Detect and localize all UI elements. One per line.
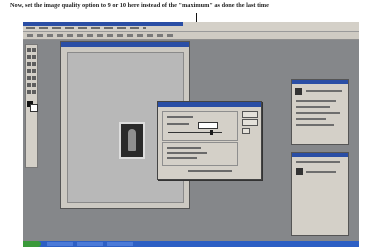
history-row-2[interactable] [296,100,336,102]
background-color-swatch[interactable] [30,104,38,112]
wand-tool-icon[interactable] [32,55,36,59]
quality-input[interactable] [198,122,218,129]
app-title-bar [23,22,183,26]
history-row-6[interactable] [296,124,334,126]
taskbar-item-3[interactable] [107,242,133,246]
crop-tool-icon[interactable] [27,62,31,66]
gradient-tool-icon[interactable] [32,76,36,80]
quality-setting-label [167,123,189,125]
pen-tool-icon[interactable] [32,83,36,87]
taskbar [23,241,359,247]
hand-tool-icon[interactable] [27,90,31,94]
options-controls[interactable] [27,34,177,37]
start-button[interactable] [23,241,41,247]
layers-tab-row[interactable] [296,161,340,163]
history-row-1[interactable] [306,90,342,92]
file-size-readout [188,170,232,172]
preview-checkbox[interactable] [242,128,250,134]
photo-image [119,122,145,159]
photoshop-screenshot [23,22,359,247]
history-panel [291,79,349,145]
instruction-caption: Now, set the image quality option to 9 o… [10,2,269,9]
dialog-titlebar[interactable] [158,102,261,107]
format-option-3[interactable] [167,157,197,159]
text-tool-icon[interactable] [27,83,31,87]
quality-slider-thumb[interactable] [210,130,213,135]
taskbar-item-1[interactable] [47,242,73,246]
document-titlebar[interactable] [61,42,189,47]
lasso-tool-icon[interactable] [27,55,31,59]
menu-items[interactable] [26,27,146,29]
layers-panel-titlebar[interactable] [292,153,348,157]
format-option-2[interactable] [167,152,207,154]
quality-label [167,116,193,118]
eraser-tool-icon[interactable] [27,76,31,80]
slice-tool-icon[interactable] [32,62,36,66]
format-options-group [162,142,238,166]
layer-thumbnail[interactable] [296,168,303,175]
layers-panel [291,152,349,236]
history-row-3[interactable] [296,106,330,108]
format-option-1[interactable] [167,147,201,149]
taskbar-item-2[interactable] [77,242,103,246]
quality-slider-track[interactable] [168,132,222,133]
cancel-button[interactable] [242,119,258,126]
options-bar [23,32,359,40]
zoom-tool-icon[interactable] [32,90,36,94]
move-tool-icon[interactable] [32,48,36,52]
background-layer-row[interactable] [306,171,336,173]
history-row-5[interactable] [296,118,326,120]
jpeg-options-dialog [157,101,262,180]
photo-figure [128,129,136,151]
history-panel-titlebar[interactable] [292,80,348,84]
stamp-tool-icon[interactable] [32,69,36,73]
menu-bar [23,22,359,32]
history-row-4[interactable] [296,112,340,114]
brush-tool-icon[interactable] [27,69,31,73]
ok-button[interactable] [242,111,258,118]
toolbox [25,44,38,168]
marquee-tool-icon[interactable] [27,48,31,52]
snapshot-thumbnail[interactable] [295,88,302,95]
